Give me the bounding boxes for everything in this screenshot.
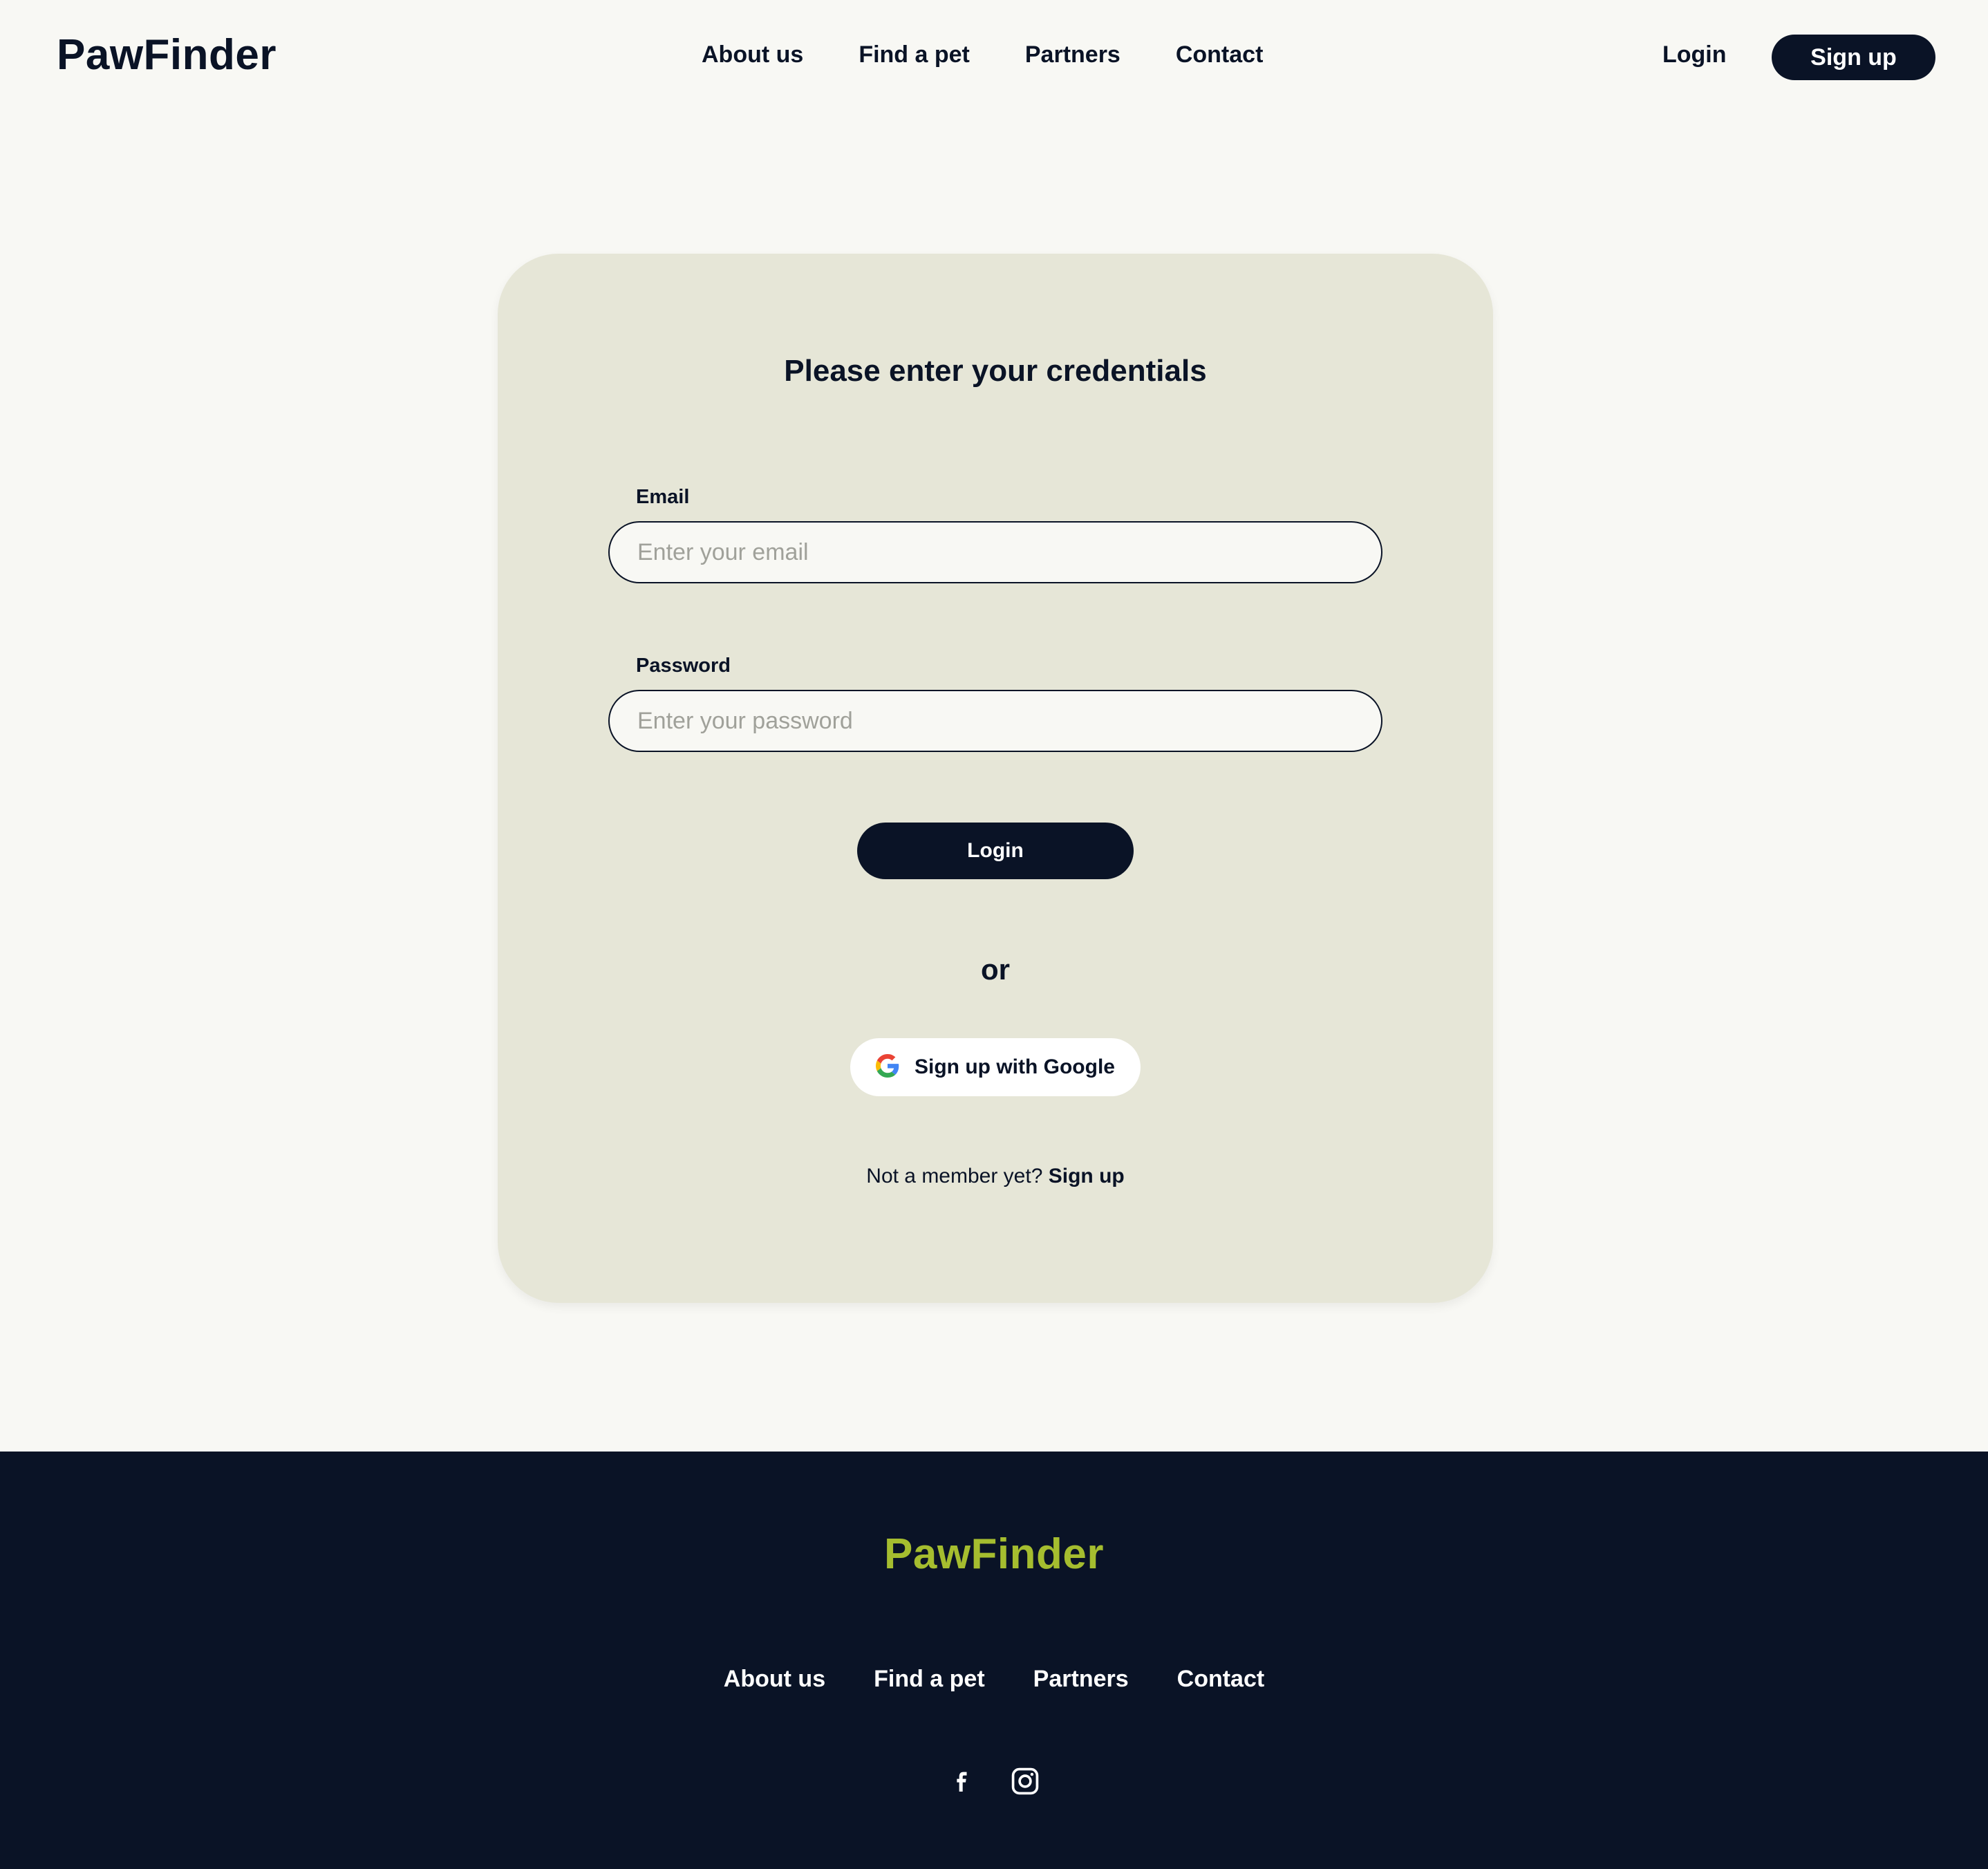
member-prompt-text: Not a member yet? — [866, 1165, 1043, 1187]
nav-link-contact[interactable]: Contact — [1176, 41, 1264, 68]
facebook-icon[interactable] — [948, 1766, 975, 1796]
nav-link-partners[interactable]: Partners — [1025, 41, 1120, 68]
nav-link-about[interactable]: About us — [702, 41, 803, 68]
login-page: PawFinder About us Find a pet Partners C… — [0, 0, 1988, 1869]
form-title: Please enter your credentials — [784, 354, 1207, 388]
password-input[interactable] — [608, 690, 1382, 752]
footer-nav: About us Find a pet Partners Contact — [0, 1666, 1988, 1693]
google-button-label: Sign up with Google — [915, 1055, 1115, 1078]
footer-logo[interactable]: PawFinder — [0, 1530, 1988, 1579]
main-nav: About us Find a pet Partners Contact — [702, 41, 1263, 68]
social-links — [0, 1766, 1988, 1796]
google-signup-button[interactable]: Sign up with Google — [850, 1038, 1141, 1096]
footer-link-find-pet[interactable]: Find a pet — [874, 1666, 985, 1693]
email-label: Email — [636, 486, 690, 508]
google-icon — [876, 1053, 899, 1081]
member-signup-link[interactable]: Sign up — [1049, 1165, 1125, 1187]
login-card: Please enter your credentials Email Pass… — [498, 254, 1493, 1303]
header-login-link[interactable]: Login — [1662, 41, 1727, 68]
footer-link-contact[interactable]: Contact — [1177, 1666, 1265, 1693]
login-button[interactable]: Login — [857, 823, 1134, 879]
site-logo[interactable]: PawFinder — [57, 30, 276, 79]
or-divider: or — [981, 953, 1010, 986]
header-signup-button[interactable]: Sign up — [1772, 35, 1935, 80]
footer-link-partners[interactable]: Partners — [1033, 1666, 1129, 1693]
password-label: Password — [636, 655, 731, 677]
email-input[interactable] — [608, 521, 1382, 583]
nav-link-find-pet[interactable]: Find a pet — [859, 41, 970, 68]
footer-link-about[interactable]: About us — [724, 1666, 825, 1693]
instagram-icon[interactable] — [1010, 1766, 1040, 1796]
site-header: PawFinder About us Find a pet Partners C… — [0, 0, 1988, 118]
member-prompt: Not a member yet? Sign up — [498, 1165, 1493, 1188]
site-footer: PawFinder About us Find a pet Partners C… — [0, 1452, 1988, 1869]
